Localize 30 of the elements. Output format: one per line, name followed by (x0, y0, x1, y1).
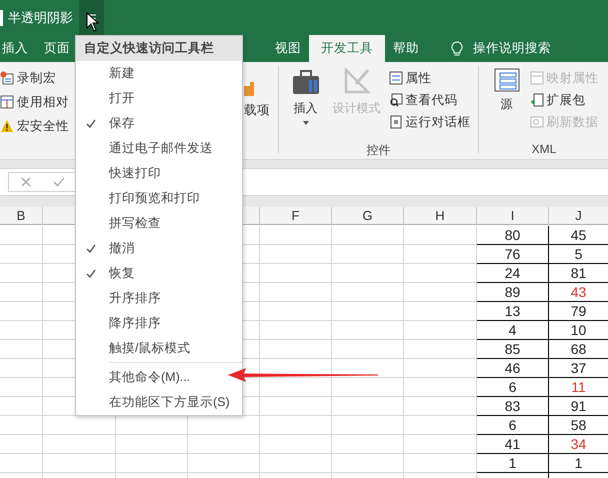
table-cell: 34 (549, 435, 608, 454)
table-cell: 24 (477, 264, 549, 283)
table-cell: 85 (477, 340, 549, 359)
table-cell: 89 (477, 283, 549, 302)
table-cell: 1 (549, 454, 608, 473)
table-cell: 1 (477, 454, 549, 473)
table-cell: 41 (477, 435, 549, 454)
table-cell: 5 (549, 245, 608, 264)
table-cell: 46 (477, 359, 549, 378)
table-cell: 83 (477, 397, 549, 416)
table-cell: 80 (477, 226, 549, 245)
table-cell: 79 (549, 302, 608, 321)
table-cell: 43 (549, 283, 608, 302)
table-cell: 11 (549, 378, 608, 397)
table-cell: 13 (477, 302, 549, 321)
table-cell: 4 (477, 321, 549, 340)
menu-title: 自定义快速访问工具栏 (76, 36, 242, 61)
table-cell: 81 (549, 264, 608, 283)
table-cell: 91 (549, 397, 608, 416)
table-cell: 10 (549, 321, 608, 340)
table-cell: 76 (477, 245, 549, 264)
table-cell: 45 (549, 226, 608, 245)
table-cell: 37 (549, 359, 608, 378)
table-cell: 6 (477, 416, 549, 435)
table-cell: 6 (477, 378, 549, 397)
group-label: 控件 (366, 142, 390, 159)
group-label: XML (532, 142, 556, 156)
document-title: 半透明阴影 (8, 8, 73, 26)
table-cell: 58 (549, 416, 608, 435)
table-cell: 68 (549, 340, 608, 359)
